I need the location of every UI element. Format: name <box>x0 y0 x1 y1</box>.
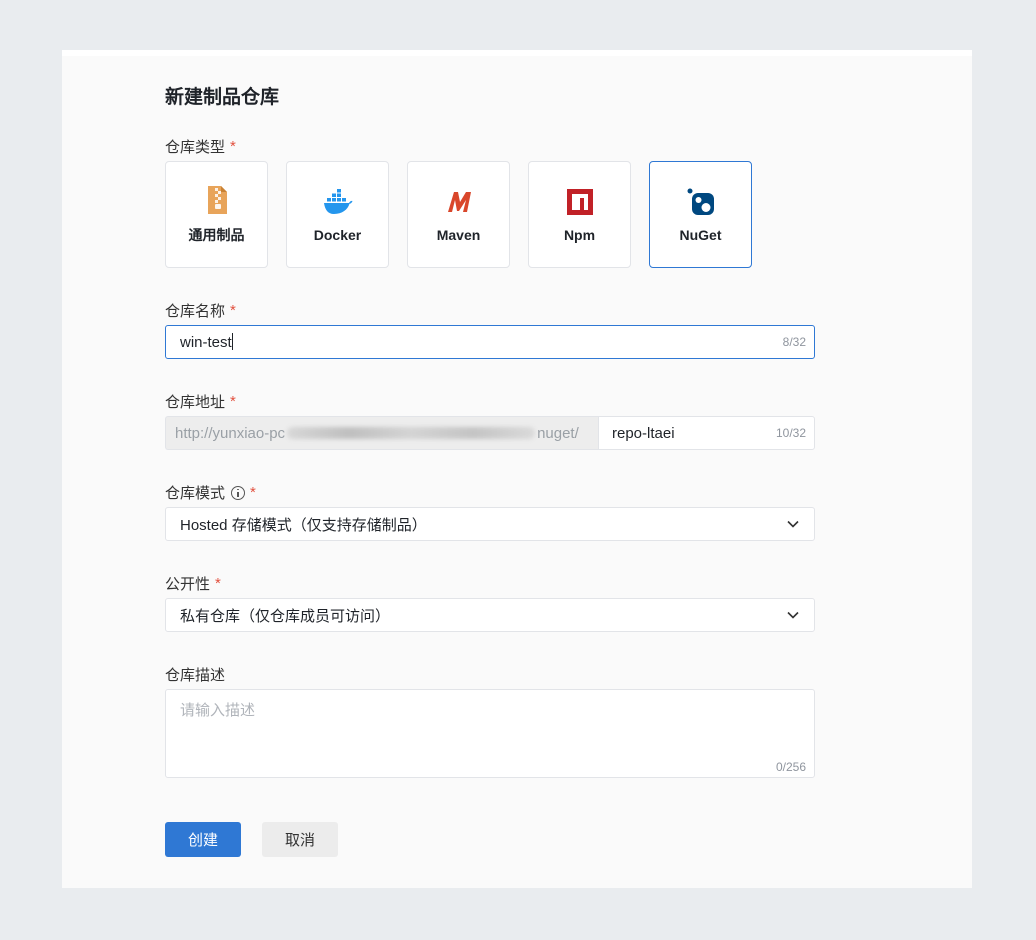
repo-address-field: http://yunxiao-pc nuget/ repo-ltaei 10/3… <box>165 416 815 450</box>
repo-type-label-generic: 通用制品 <box>188 226 245 243</box>
repo-name-label-text: 仓库名称 <box>165 303 226 320</box>
npm-icon <box>565 187 595 217</box>
required-mark: * <box>230 138 236 155</box>
repo-mode-label-text: 仓库模式 <box>165 485 226 502</box>
repo-type-card-docker[interactable]: Docker <box>286 161 389 268</box>
repo-type-card-maven[interactable]: Maven <box>407 161 510 268</box>
nuget-icon <box>686 187 716 217</box>
repo-type-cards: 通用制品 Docker Maven Npm NuGet <box>165 161 752 268</box>
description-label-text: 仓库描述 <box>165 667 226 684</box>
repo-type-card-generic[interactable]: 通用制品 <box>165 161 268 268</box>
repo-type-card-npm[interactable]: Npm <box>528 161 631 268</box>
repo-name-value: win-test <box>180 333 233 351</box>
repo-mode-label: 仓库模式 * <box>165 482 256 503</box>
description-label: 仓库描述 <box>165 664 225 685</box>
repo-name-label: 仓库名称 * <box>165 300 236 321</box>
repo-address-prefix: http://yunxiao-pc nuget/ <box>165 416 598 450</box>
description-textarea[interactable]: 请输入描述 0/256 <box>165 689 815 778</box>
repo-address-value: repo-ltaei <box>612 424 675 442</box>
maven-icon <box>444 187 474 217</box>
chevron-down-icon <box>786 517 800 531</box>
repo-type-label-text: 仓库类型 <box>165 139 226 156</box>
repo-address-counter: 10/32 <box>775 426 806 440</box>
repo-type-card-nuget[interactable]: NuGet <box>649 161 752 268</box>
page-title: 新建制品仓库 <box>165 87 280 108</box>
repo-type-label-npm: Npm <box>563 226 596 243</box>
repo-mode-select[interactable]: Hosted 存储模式（仅支持存储制品） <box>165 507 815 541</box>
cancel-button[interactable]: 取消 <box>262 822 338 857</box>
repo-address-input[interactable]: repo-ltaei 10/32 <box>598 416 815 450</box>
text-caret <box>231 333 233 350</box>
repo-type-label-maven: Maven <box>436 226 481 243</box>
info-icon[interactable] <box>231 485 246 500</box>
docker-icon <box>323 187 353 217</box>
repo-type-label-nuget: NuGet <box>679 226 722 243</box>
visibility-value: 私有仓库（仅仓库成员可访问） <box>180 607 391 625</box>
visibility-select[interactable]: 私有仓库（仅仓库成员可访问） <box>165 598 815 632</box>
visibility-label-text: 公开性 <box>165 576 211 593</box>
required-mark: * <box>230 393 236 410</box>
repo-address-label: 仓库地址 * <box>165 391 236 412</box>
description-counter: 0/256 <box>775 760 806 774</box>
description-placeholder: 请输入描述 <box>180 702 256 719</box>
generic-artifact-icon <box>202 185 232 215</box>
required-mark: * <box>215 575 221 592</box>
repo-mode-value: Hosted 存储模式（仅支持存储制品） <box>180 516 427 534</box>
repo-name-counter: 8/32 <box>782 335 806 349</box>
repo-name-input[interactable]: win-test 8/32 <box>165 325 815 359</box>
address-redacted <box>287 427 536 439</box>
address-prefix-start: http://yunxiao-pc <box>175 424 286 442</box>
required-mark: * <box>230 302 236 319</box>
create-button[interactable]: 创建 <box>165 822 241 857</box>
address-prefix-end: nuget/ <box>537 424 579 442</box>
dialog-panel: 新建制品仓库 仓库类型 * 通用制品 Docker Maven Npm NuGe… <box>62 50 972 888</box>
repo-address-label-text: 仓库地址 <box>165 394 226 411</box>
chevron-down-icon <box>786 608 800 622</box>
visibility-label: 公开性 * <box>165 573 221 594</box>
repo-type-label: 仓库类型 * <box>165 136 236 157</box>
repo-type-label-docker: Docker <box>313 226 362 243</box>
required-mark: * <box>250 484 256 501</box>
